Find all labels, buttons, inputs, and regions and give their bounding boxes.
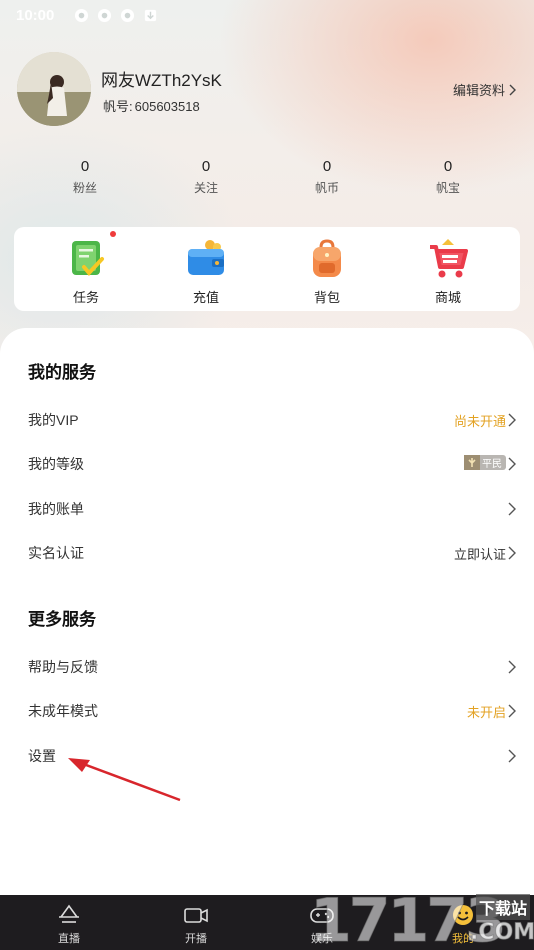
- row-label: 我的VIP: [28, 412, 79, 428]
- row-label: 我的账单: [28, 501, 84, 517]
- chevron-right-icon: [508, 660, 516, 674]
- tab-label: 直播: [58, 933, 80, 945]
- row-label: 实名认证: [28, 545, 84, 561]
- avatar-image: [17, 52, 91, 126]
- backpack-icon: [313, 239, 341, 277]
- quick-action-backpack[interactable]: 背包: [287, 237, 367, 306]
- user-id-value: 605603518: [134, 99, 200, 114]
- row-label: 设置: [28, 748, 56, 764]
- tab-go-live[interactable]: 开播: [161, 903, 231, 946]
- rank-badge: 平民: [464, 455, 506, 470]
- row-value: 未开启: [466, 705, 506, 720]
- quick-action-label: 商城: [434, 290, 461, 305]
- app-notification-icon: [75, 8, 89, 22]
- row-label: 未成年模式: [28, 703, 98, 719]
- edit-profile-link[interactable]: 编辑资料: [453, 80, 516, 99]
- chevron-right-icon: [509, 84, 516, 95]
- watermark-logo: 17173 下载站 .COM: [310, 886, 534, 950]
- row-value: 立即认证: [453, 547, 506, 562]
- stat-value: 0: [201, 158, 211, 175]
- watermark-site: 下载站: [476, 894, 531, 920]
- chevron-right-icon: [508, 749, 516, 763]
- stat-label: 关注: [193, 181, 218, 195]
- avatar[interactable]: [17, 52, 91, 126]
- app-notification-icon: [121, 8, 135, 22]
- quick-action-label: 充值: [192, 290, 219, 305]
- stat-coins[interactable]: 0 帆币: [287, 158, 367, 196]
- tab-live[interactable]: 直播: [34, 903, 104, 946]
- stat-treasure[interactable]: 0 帆宝: [408, 158, 488, 196]
- camera-icon: [184, 908, 208, 923]
- chevron-right-icon: [508, 457, 516, 471]
- download-icon: [145, 9, 157, 21]
- stat-value: 0: [80, 158, 90, 175]
- stat-label: 帆宝: [435, 181, 460, 195]
- user-id-label: 帆号:: [103, 99, 133, 114]
- row-label: 帮助与反馈: [28, 659, 98, 675]
- quick-action-shop[interactable]: 商城: [408, 237, 488, 306]
- quick-action-recharge[interactable]: 充值: [166, 237, 246, 306]
- quick-action-label: 任务: [72, 290, 99, 305]
- task-icon: [72, 241, 104, 277]
- edit-profile-label: 编辑资料: [452, 83, 505, 98]
- username: 网友WZTh2YsK: [101, 71, 222, 90]
- row-minor-mode[interactable]: 未成年模式 未开启: [0, 691, 534, 731]
- row-real-name[interactable]: 实名认证 立即认证: [0, 533, 534, 573]
- row-my-vip[interactable]: 我的VIP 尚未开通: [0, 400, 534, 440]
- app-notification-icon: [98, 8, 112, 22]
- quick-action-label: 背包: [313, 290, 340, 305]
- quick-action-task[interactable]: 任务: [46, 231, 126, 306]
- chevron-right-icon: [508, 704, 516, 718]
- stat-label: 粉丝: [72, 181, 97, 195]
- stat-label: 帆币: [314, 181, 339, 195]
- stat-value: 0: [322, 158, 332, 175]
- status-bar: 10:00: [0, 0, 534, 30]
- rank-label: 平民: [482, 459, 502, 470]
- row-my-bill[interactable]: 我的账单: [0, 489, 534, 529]
- row-value: 尚未开通: [453, 414, 506, 429]
- status-time: 10:00: [16, 6, 55, 24]
- row-label: 我的等级: [28, 456, 84, 472]
- chevron-right-icon: [508, 502, 516, 516]
- live-icon: [59, 904, 79, 923]
- rank-icon: [464, 455, 480, 470]
- wallet-icon: [188, 240, 224, 275]
- my-services-title: 我的服务: [28, 363, 96, 382]
- quick-actions-card: 任务 充值 背包 商城: [14, 227, 520, 311]
- chevron-right-icon: [508, 413, 516, 427]
- more-services-title: 更多服务: [28, 610, 96, 629]
- tab-label: 开播: [185, 933, 207, 945]
- stat-following[interactable]: 0 关注: [166, 158, 246, 196]
- shopping-cart-icon: [430, 239, 468, 278]
- row-my-level[interactable]: 我的等级 平民: [0, 444, 534, 484]
- chevron-right-icon: [508, 546, 516, 560]
- stats-row: 0 粉丝 0 关注 0 帆币 0 帆宝: [0, 158, 534, 198]
- notification-dot: [110, 231, 116, 237]
- watermark-domain: .COM: [469, 920, 534, 946]
- row-help-feedback[interactable]: 帮助与反馈: [0, 647, 534, 687]
- annotation-arrow: [68, 758, 181, 802]
- stat-value: 0: [443, 158, 453, 175]
- user-id: 帆号: 605603518: [101, 96, 200, 115]
- stat-fans[interactable]: 0 粉丝: [45, 158, 125, 196]
